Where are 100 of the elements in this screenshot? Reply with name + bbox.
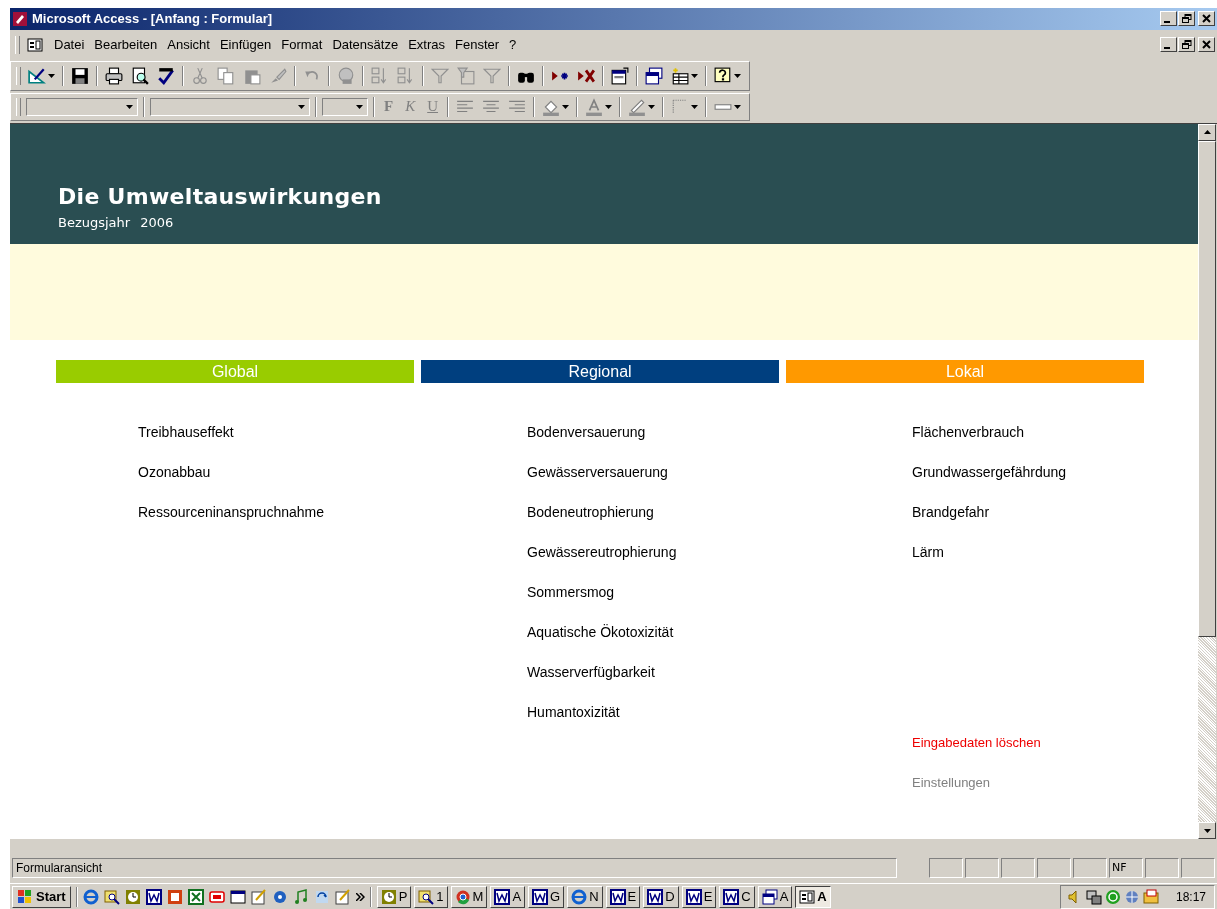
copy-icon[interactable] [217, 66, 235, 85]
taskbar-button[interactable]: C [719, 885, 755, 908]
taskbar-button[interactable]: A [490, 885, 526, 908]
db-icon[interactable] [208, 888, 225, 905]
taskbar-button[interactable]: M [450, 885, 488, 908]
design-view-icon[interactable] [28, 66, 46, 85]
properties-icon[interactable] [611, 66, 629, 85]
media-icon[interactable] [271, 888, 288, 905]
action-link[interactable]: Einstellungen [912, 774, 1144, 791]
word-icon[interactable] [145, 888, 162, 905]
caret-icon [691, 73, 698, 78]
music-icon[interactable] [292, 888, 309, 905]
caret-icon [605, 104, 613, 109]
line-color-icon[interactable] [628, 97, 647, 116]
status-panel [1001, 858, 1035, 879]
menu-item[interactable]: Datei [49, 35, 90, 55]
status-text: Formularansicht [12, 858, 897, 879]
restore-button[interactable] [1178, 11, 1195, 27]
close-button[interactable] [1198, 11, 1215, 27]
restore-button[interactable] [1178, 37, 1195, 53]
menu-item[interactable]: Ansicht [162, 35, 215, 55]
category-link[interactable]: Ozonabbau [138, 462, 414, 481]
printer-icon[interactable] [105, 66, 123, 85]
spellcheck-icon[interactable] [157, 66, 175, 85]
app-icon [723, 888, 740, 905]
category-link[interactable]: Flächenverbrauch [912, 422, 1144, 441]
category-link[interactable]: Lärm [912, 542, 1144, 561]
category-link[interactable]: Grundwassergefährdung [912, 462, 1144, 481]
taskbar-button[interactable]: G [528, 885, 565, 908]
taskbar-button[interactable]: A [795, 885, 831, 908]
app-icon [799, 888, 816, 905]
category-link[interactable]: Gewässereutrophierung [527, 542, 779, 561]
category-link[interactable]: Bodeneutrophierung [527, 502, 779, 521]
object-dropdown[interactable] [26, 97, 138, 116]
presentation-icon[interactable] [166, 888, 183, 905]
category-link[interactable]: Wasserverfügbarkeit [527, 662, 779, 681]
restore-icon [1181, 14, 1192, 24]
form-icon[interactable] [27, 36, 43, 53]
status-panel [1181, 858, 1215, 879]
taskbar-button[interactable]: N [567, 885, 603, 908]
font-color-icon[interactable] [585, 97, 604, 116]
save-icon[interactable] [71, 66, 89, 85]
network-icon[interactable] [1085, 888, 1102, 905]
size-dropdown[interactable] [322, 97, 368, 116]
spreadsheet-icon[interactable] [187, 888, 204, 905]
scroll-down-icon[interactable] [1203, 828, 1211, 833]
dropdown-arrow-icon [356, 104, 363, 109]
search-icon[interactable] [103, 888, 120, 905]
app-icon [494, 888, 511, 905]
help-icon[interactable] [714, 66, 732, 85]
status-panel [1145, 858, 1179, 879]
action-link[interactable]: Eingabedaten löschen [912, 734, 1144, 751]
taskbar-button[interactable]: A [757, 885, 793, 908]
category-link[interactable]: Ressourceninanspruchnahme [138, 502, 414, 521]
menu-item[interactable]: Datensätze [327, 35, 404, 55]
clock-icon[interactable] [124, 888, 141, 905]
font-dropdown[interactable] [150, 97, 310, 116]
menu-item[interactable]: Bearbeiten [89, 35, 163, 55]
folder-icon[interactable] [1142, 888, 1159, 905]
sync-icon[interactable] [313, 888, 330, 905]
window-icon[interactable] [229, 888, 246, 905]
minimize-button[interactable] [1160, 11, 1177, 27]
dropdown-arrow-icon [298, 104, 305, 109]
category-link[interactable]: Sommersmog [527, 582, 779, 601]
taskbar-button[interactable]: D [643, 885, 679, 908]
menu-item[interactable]: ? [504, 35, 522, 55]
menu-item[interactable]: Einfügen [214, 35, 277, 55]
category-link[interactable]: Aquatische Ökotoxizität [527, 622, 779, 641]
taskbar-button[interactable]: E [605, 885, 641, 908]
minimize-icon [1164, 47, 1170, 50]
globe-icon[interactable] [1123, 888, 1140, 905]
taskbar-button[interactable]: P [376, 885, 412, 908]
close-icon [1201, 40, 1212, 50]
taskbar-button[interactable]: 1 [414, 885, 448, 908]
new-table-icon[interactable] [671, 66, 689, 85]
minimize-icon [1164, 21, 1170, 24]
menu-item[interactable]: Fenster [450, 35, 505, 55]
category-link[interactable]: Gewässerversauerung [527, 462, 779, 481]
print-preview-icon[interactable] [131, 66, 149, 85]
category-link[interactable]: Brandgefahr [912, 502, 1144, 521]
category-link[interactable]: Bodenversauerung [527, 422, 779, 441]
chevron-icon[interactable] [355, 892, 365, 901]
vertical-scrollbar[interactable] [1198, 123, 1216, 840]
browser-icon[interactable] [82, 888, 99, 905]
start-button[interactable]: Start [12, 885, 71, 908]
menu-item[interactable]: Extras [403, 35, 450, 55]
category-link[interactable]: Humantoxizität [527, 702, 779, 721]
category-link[interactable]: Treibhauseffekt [138, 422, 414, 441]
close-button[interactable] [1198, 37, 1215, 53]
scroll-thumb[interactable] [1198, 140, 1216, 637]
status-panel [965, 858, 999, 879]
windows-icon[interactable] [645, 66, 663, 85]
minimize-button[interactable] [1160, 37, 1177, 53]
taskbar-button[interactable]: E [681, 885, 717, 908]
scroll-up-icon[interactable] [1203, 130, 1211, 135]
app-icon [571, 888, 588, 905]
status-panel [929, 858, 963, 879]
caret-icon [48, 73, 55, 78]
menu-item[interactable]: Format [276, 35, 328, 55]
year-value: 2006 [140, 214, 174, 230]
